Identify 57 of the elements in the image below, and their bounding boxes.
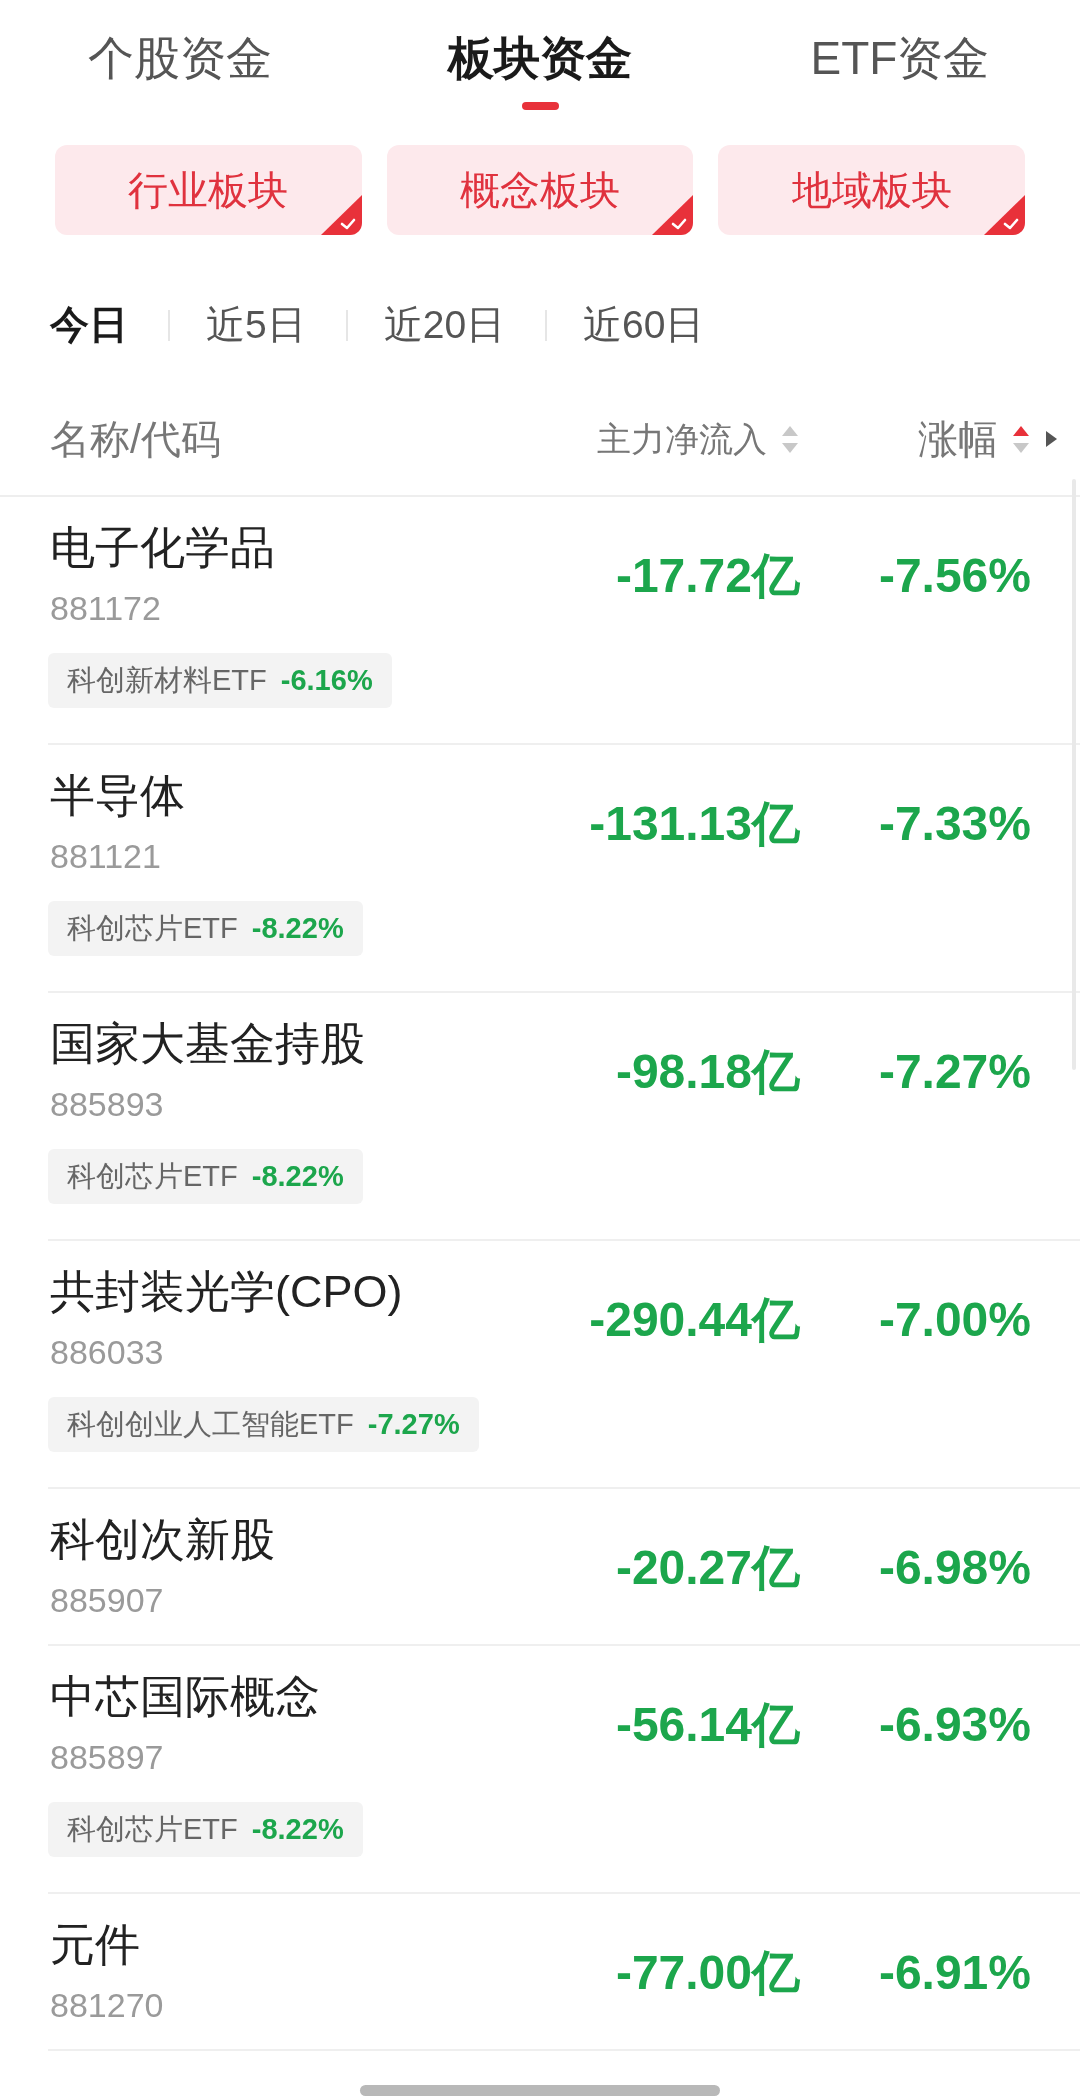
sector-code: 881270 <box>50 1985 164 2026</box>
sector-code: 881172 <box>50 588 161 629</box>
sector-name: 共封装光学(CPO) <box>50 1265 403 1319</box>
net-inflow-value: -17.72亿 <box>615 548 800 604</box>
net-inflow-value: -56.14亿 <box>615 1697 800 1753</box>
etf-change-percent: -6.16% <box>280 664 373 697</box>
sector-code: 885897 <box>50 1737 164 1778</box>
sector-code: 886033 <box>50 1332 164 1373</box>
etf-change-percent: -8.22% <box>251 1160 344 1193</box>
change-percent: -7.00% <box>878 1292 1031 1348</box>
change-percent: -7.56% <box>878 548 1031 604</box>
sector-code: 881121 <box>50 836 161 877</box>
etf-tag[interactable]: 科创创业人工智能ETF -7.27% <box>48 1397 479 1452</box>
change-percent: -6.98% <box>878 1540 1031 1596</box>
sector-type-chip[interactable]: 行业板块 <box>55 145 362 235</box>
net-inflow-value: -98.18亿 <box>615 1044 800 1100</box>
etf-tag[interactable]: 科创芯片ETF -8.22% <box>48 901 363 956</box>
etf-tag[interactable]: 科创芯片ETF -8.22% <box>48 1149 363 1204</box>
fund-tab[interactable]: ETF资金 <box>810 30 990 86</box>
caret-right-icon[interactable] <box>1045 431 1057 447</box>
period-tab[interactable]: 近60日 <box>583 300 705 350</box>
period-tab[interactable]: 近5日 <box>206 300 306 350</box>
sector-name: 电子化学品 <box>50 521 275 575</box>
period-tab[interactable]: 近20日 <box>383 300 506 350</box>
sort-column-header[interactable]: 主力净流入 <box>597 414 800 464</box>
etf-change-percent: -8.22% <box>251 1813 344 1846</box>
etf-tag[interactable]: 科创新材料ETF -6.16% <box>48 653 392 708</box>
net-inflow-value: -77.00亿 <box>615 1945 800 2001</box>
sector-code: 885907 <box>50 1580 164 1621</box>
etf-name: 科创新材料ETF <box>67 662 267 698</box>
net-inflow-value: -290.44亿 <box>589 1292 800 1348</box>
change-percent: -6.93% <box>878 1697 1031 1753</box>
sector-type-chip[interactable]: 地域板块 <box>718 145 1025 235</box>
change-percent: -7.27% <box>878 1044 1031 1100</box>
sector-name: 国家大基金持股 <box>50 1017 365 1071</box>
sort-column-header[interactable]: 涨幅 <box>918 414 1031 464</box>
net-inflow-value: -20.27亿 <box>615 1540 800 1596</box>
fund-tab[interactable]: 个股资金 <box>88 30 272 86</box>
column-header: 名称/代码 <box>50 416 222 463</box>
sector-name: 元件 <box>50 1918 140 1972</box>
period-tab[interactable]: 今日 <box>50 300 128 350</box>
sector-name: 科创次新股 <box>50 1513 275 1567</box>
etf-name: 科创芯片ETF <box>67 1158 238 1194</box>
fund-tab[interactable]: 板块资金 <box>448 30 632 86</box>
sector-name: 中芯国际概念 <box>50 1670 320 1724</box>
etf-name: 科创芯片ETF <box>67 910 238 946</box>
change-percent: -7.33% <box>878 796 1031 852</box>
change-percent: -6.91% <box>878 1945 1031 2001</box>
etf-tag[interactable]: 科创芯片ETF -8.22% <box>48 1802 363 1857</box>
etf-change-percent: -7.27% <box>367 1408 460 1441</box>
etf-name: 科创芯片ETF <box>67 1811 238 1847</box>
net-inflow-value: -131.13亿 <box>589 796 800 852</box>
etf-change-percent: -8.22% <box>251 912 344 945</box>
sector-name: 半导体 <box>50 769 185 823</box>
sector-code: 885893 <box>50 1084 164 1125</box>
etf-name: 科创创业人工智能ETF <box>67 1406 354 1442</box>
sector-type-chip[interactable]: 概念板块 <box>386 145 694 235</box>
